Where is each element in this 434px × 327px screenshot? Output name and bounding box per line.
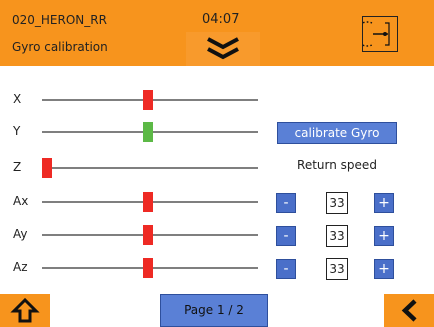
exit-button[interactable] (362, 16, 398, 52)
axis-track (42, 167, 258, 169)
axis-label: Y (13, 124, 21, 138)
decrease-button[interactable]: - (276, 193, 296, 213)
home-button[interactable] (0, 294, 50, 327)
header-bar: 020_HERON_RR Gyro calibration 04:07 (0, 0, 434, 66)
return-speed-value: 33 (326, 258, 348, 280)
page-indicator-button[interactable]: Page 1 / 2 (160, 294, 268, 327)
increase-button[interactable]: + (374, 226, 394, 246)
axis-label: Ay (13, 227, 28, 241)
door-exit-icon (363, 21, 390, 47)
return-speed-value: 33 (326, 192, 348, 214)
home-up-arrow-icon (10, 297, 40, 323)
axis-label: X (13, 92, 22, 106)
axis-label: Ax (13, 194, 29, 208)
chevron-left-icon (401, 299, 417, 322)
axis-indicator (142, 122, 153, 142)
back-button[interactable] (384, 294, 434, 327)
axis-indicator (142, 225, 153, 245)
axis-label: Z (13, 160, 22, 174)
decrease-button[interactable]: - (276, 226, 296, 246)
expand-menu-button[interactable] (186, 32, 260, 66)
decrease-button[interactable]: - (276, 259, 296, 279)
double-chevron-down-icon (207, 37, 239, 60)
axis-row-ay: Ay (0, 225, 434, 245)
axis-indicator (142, 258, 153, 278)
clock: 04:07 (202, 12, 240, 27)
return-speed-label: Return speed (297, 158, 377, 172)
axis-row-ax: Ax (0, 192, 434, 212)
axis-row-x: X (0, 90, 434, 110)
axis-indicator (142, 192, 153, 212)
axis-indicator (142, 90, 153, 110)
device-name: 020_HERON_RR (12, 13, 107, 27)
axis-row-az: Az (0, 258, 434, 278)
increase-button[interactable]: + (374, 259, 394, 279)
return-speed-value: 33 (326, 225, 348, 247)
page-title: Gyro calibration (12, 40, 108, 54)
increase-button[interactable]: + (374, 193, 394, 213)
calibrate-gyro-button[interactable]: calibrate Gyro (277, 122, 397, 144)
axis-label: Az (13, 260, 28, 274)
axis-indicator (42, 158, 52, 178)
